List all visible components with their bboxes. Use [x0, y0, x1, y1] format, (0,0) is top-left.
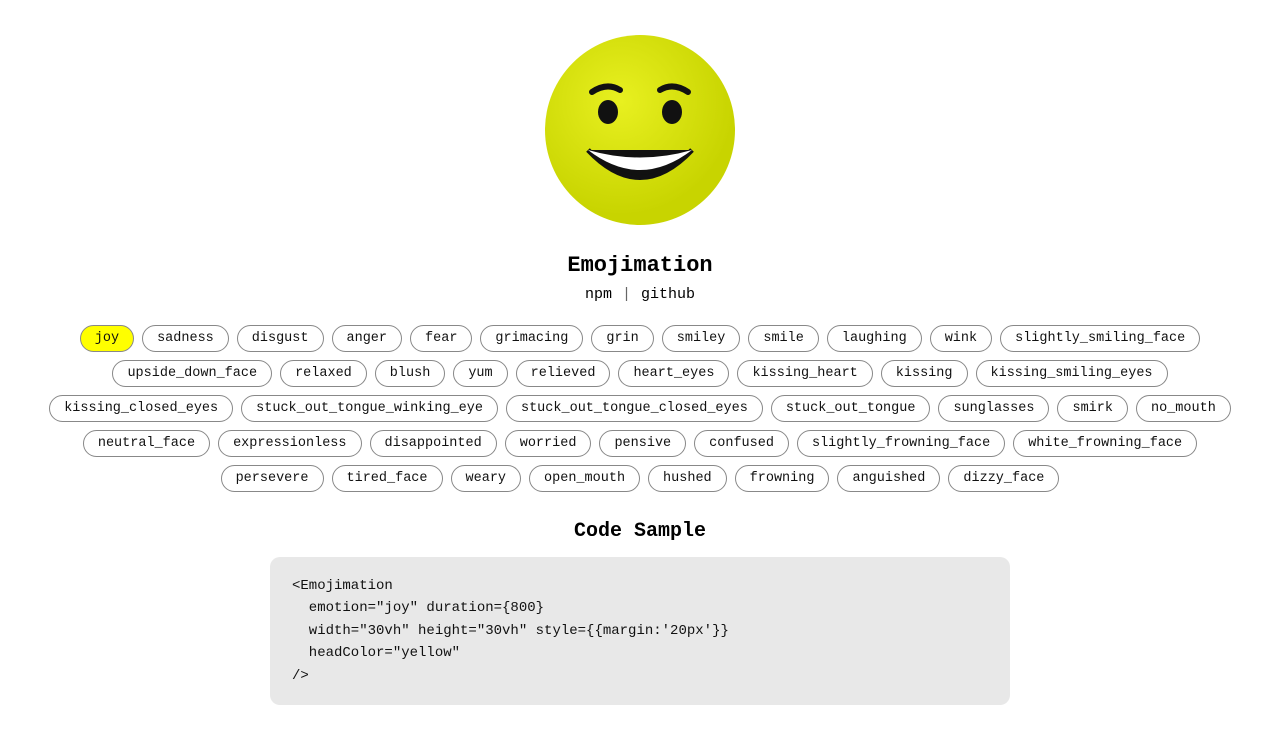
tag-weary[interactable]: weary	[451, 465, 522, 492]
tag-fear[interactable]: fear	[410, 325, 472, 352]
tag-stuck_out_tongue_closed_eyes[interactable]: stuck_out_tongue_closed_eyes	[506, 395, 763, 422]
emoji-display	[540, 30, 740, 235]
tag-dizzy_face[interactable]: dizzy_face	[948, 465, 1059, 492]
tag-upside_down_face[interactable]: upside_down_face	[112, 360, 272, 387]
tag-stuck_out_tongue_winking_eye[interactable]: stuck_out_tongue_winking_eye	[241, 395, 498, 422]
tag-anguished[interactable]: anguished	[837, 465, 940, 492]
tag-sunglasses[interactable]: sunglasses	[938, 395, 1049, 422]
code-sample-title: Code Sample	[270, 520, 1010, 543]
link-separator: |	[622, 286, 631, 303]
tag-expressionless[interactable]: expressionless	[218, 430, 361, 457]
tag-slightly_smiling_face[interactable]: slightly_smiling_face	[1000, 325, 1200, 352]
tag-no_mouth[interactable]: no_mouth	[1136, 395, 1231, 422]
code-section: Code Sample <Emojimation emotion="joy" d…	[270, 520, 1010, 705]
tag-relieved[interactable]: relieved	[516, 360, 611, 387]
tag-blush[interactable]: blush	[375, 360, 446, 387]
tag-laughing[interactable]: laughing	[827, 325, 922, 352]
tag-persevere[interactable]: persevere	[221, 465, 324, 492]
links-row: npm | github	[585, 286, 695, 303]
tags-container: joysadnessdisgustangerfeargrimacinggrins…	[40, 325, 1240, 492]
tag-pensive[interactable]: pensive	[599, 430, 686, 457]
tag-joy[interactable]: joy	[80, 325, 134, 352]
tag-kissing_closed_eyes[interactable]: kissing_closed_eyes	[49, 395, 233, 422]
npm-link[interactable]: npm	[585, 286, 612, 303]
github-link[interactable]: github	[641, 286, 695, 303]
tag-frowning[interactable]: frowning	[735, 465, 830, 492]
emoji-svg	[540, 30, 740, 230]
tag-open_mouth[interactable]: open_mouth	[529, 465, 640, 492]
app-title: Emojimation	[567, 253, 712, 278]
tag-stuck_out_tongue[interactable]: stuck_out_tongue	[771, 395, 931, 422]
tag-grimacing[interactable]: grimacing	[480, 325, 583, 352]
tag-anger[interactable]: anger	[332, 325, 403, 352]
tag-disappointed[interactable]: disappointed	[370, 430, 497, 457]
tag-kissing_smiling_eyes[interactable]: kissing_smiling_eyes	[976, 360, 1168, 387]
tag-sadness[interactable]: sadness	[142, 325, 229, 352]
tag-confused[interactable]: confused	[694, 430, 789, 457]
tag-smile[interactable]: smile	[748, 325, 819, 352]
tag-neutral_face[interactable]: neutral_face	[83, 430, 210, 457]
tag-smiley[interactable]: smiley	[662, 325, 741, 352]
tag-hushed[interactable]: hushed	[648, 465, 727, 492]
tag-kissing[interactable]: kissing	[881, 360, 968, 387]
code-block: <Emojimation emotion="joy" duration={800…	[270, 557, 1010, 705]
tag-smirk[interactable]: smirk	[1057, 395, 1128, 422]
tag-wink[interactable]: wink	[930, 325, 992, 352]
tag-tired_face[interactable]: tired_face	[332, 465, 443, 492]
tag-heart_eyes[interactable]: heart_eyes	[618, 360, 729, 387]
tag-disgust[interactable]: disgust	[237, 325, 324, 352]
tag-relaxed[interactable]: relaxed	[280, 360, 367, 387]
tag-white_frowning_face[interactable]: white_frowning_face	[1013, 430, 1197, 457]
tag-worried[interactable]: worried	[505, 430, 592, 457]
tag-kissing_heart[interactable]: kissing_heart	[737, 360, 872, 387]
tag-grin[interactable]: grin	[591, 325, 653, 352]
tag-slightly_frowning_face[interactable]: slightly_frowning_face	[797, 430, 1005, 457]
tag-yum[interactable]: yum	[453, 360, 507, 387]
